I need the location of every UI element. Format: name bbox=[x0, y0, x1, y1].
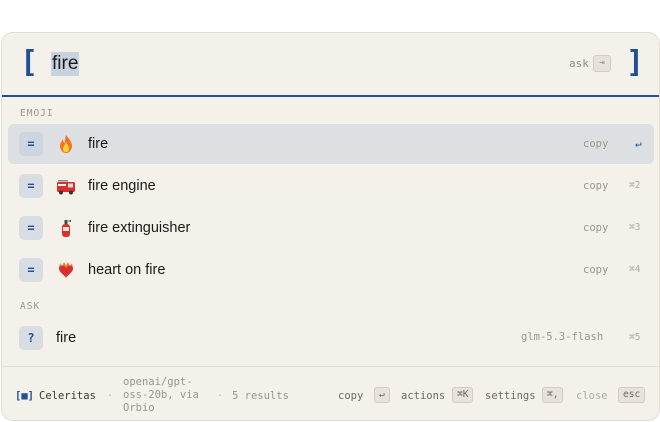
search-input[interactable]: fire bbox=[51, 52, 80, 76]
celeritas-logo-icon: [■] bbox=[15, 390, 34, 402]
fire-extinguisher-emoji-icon bbox=[62, 220, 71, 237]
separator-dot: · bbox=[107, 390, 114, 402]
results-count: 5 results bbox=[232, 390, 289, 402]
copy-action-label: copy bbox=[583, 138, 609, 150]
emoji-type-badge: = bbox=[19, 258, 43, 282]
model-info: openai/gpt-oss-20b, via Orbio bbox=[123, 376, 199, 414]
search-bar: [ fire ask ⇥ ] bbox=[2, 33, 659, 97]
heart-on-fire-emoji-icon bbox=[59, 262, 73, 278]
tab-key-icon: ⇥ bbox=[593, 55, 611, 72]
enter-key-icon: ↵ bbox=[374, 387, 390, 403]
actions-footer-label[interactable]: actions bbox=[401, 390, 445, 402]
model-name: glm-5.3-flash bbox=[521, 331, 604, 343]
fire-engine-emoji-icon bbox=[57, 180, 75, 195]
result-row-fire[interactable]: = fire copy ↵ bbox=[8, 124, 654, 164]
settings-footer-label[interactable]: settings bbox=[485, 390, 536, 402]
brand-name: Celeritas bbox=[39, 390, 96, 402]
emoji-type-badge: = bbox=[19, 216, 43, 240]
shortcut-hint: ⌘2 bbox=[629, 180, 641, 191]
result-label: fire extinguisher bbox=[88, 220, 191, 236]
footer-bar: [■] Celeritas · openai/gpt-oss-20b, via … bbox=[2, 366, 659, 420]
cmd-k-key-icon: ⌘K bbox=[452, 387, 474, 403]
cmd-comma-key-icon: ⌘, bbox=[542, 387, 564, 403]
enter-key-icon: ↵ bbox=[635, 137, 642, 150]
close-bracket-icon: ] bbox=[626, 45, 645, 80]
section-label-ask: ASK bbox=[20, 301, 41, 312]
section-label-emoji: EMOJI bbox=[20, 108, 54, 119]
shortcut-hint: ⌘4 bbox=[629, 264, 641, 275]
open-bracket-icon: [ bbox=[20, 45, 39, 80]
esc-key-icon: esc bbox=[618, 387, 646, 403]
result-row-fire-extinguisher[interactable]: = fire extinguisher copy ⌘3 bbox=[8, 208, 654, 248]
result-label: fire bbox=[56, 330, 77, 346]
result-label: fire engine bbox=[88, 178, 156, 194]
emoji-type-badge: = bbox=[19, 174, 43, 198]
launcher-window: [ fire ask ⇥ ] EMOJI = fire copy ↵ = fir… bbox=[1, 32, 660, 421]
shortcut-hint: ⌘5 bbox=[629, 332, 641, 343]
ask-hint: ask bbox=[569, 57, 589, 70]
separator-dot: · bbox=[217, 390, 224, 402]
result-row-heart-on-fire[interactable]: = heart on fire copy ⌘4 bbox=[8, 250, 654, 290]
copy-footer-label[interactable]: copy bbox=[338, 390, 363, 402]
copy-action-label: copy bbox=[583, 180, 609, 192]
ask-type-badge: ? bbox=[19, 326, 43, 350]
shortcut-hint: ⌘3 bbox=[629, 222, 641, 233]
result-label: heart on fire bbox=[88, 262, 166, 278]
copy-action-label: copy bbox=[583, 264, 609, 276]
close-footer-label[interactable]: close bbox=[576, 390, 608, 402]
result-label: fire bbox=[88, 136, 109, 152]
result-row-fire-engine[interactable]: = fire engine copy ⌘2 bbox=[8, 166, 654, 206]
emoji-type-badge: = bbox=[19, 132, 43, 156]
fire-emoji-icon bbox=[60, 135, 72, 153]
copy-action-label: copy bbox=[583, 222, 609, 234]
result-row-ask[interactable]: ? fire glm-5.3-flash ⌘5 bbox=[8, 318, 654, 358]
